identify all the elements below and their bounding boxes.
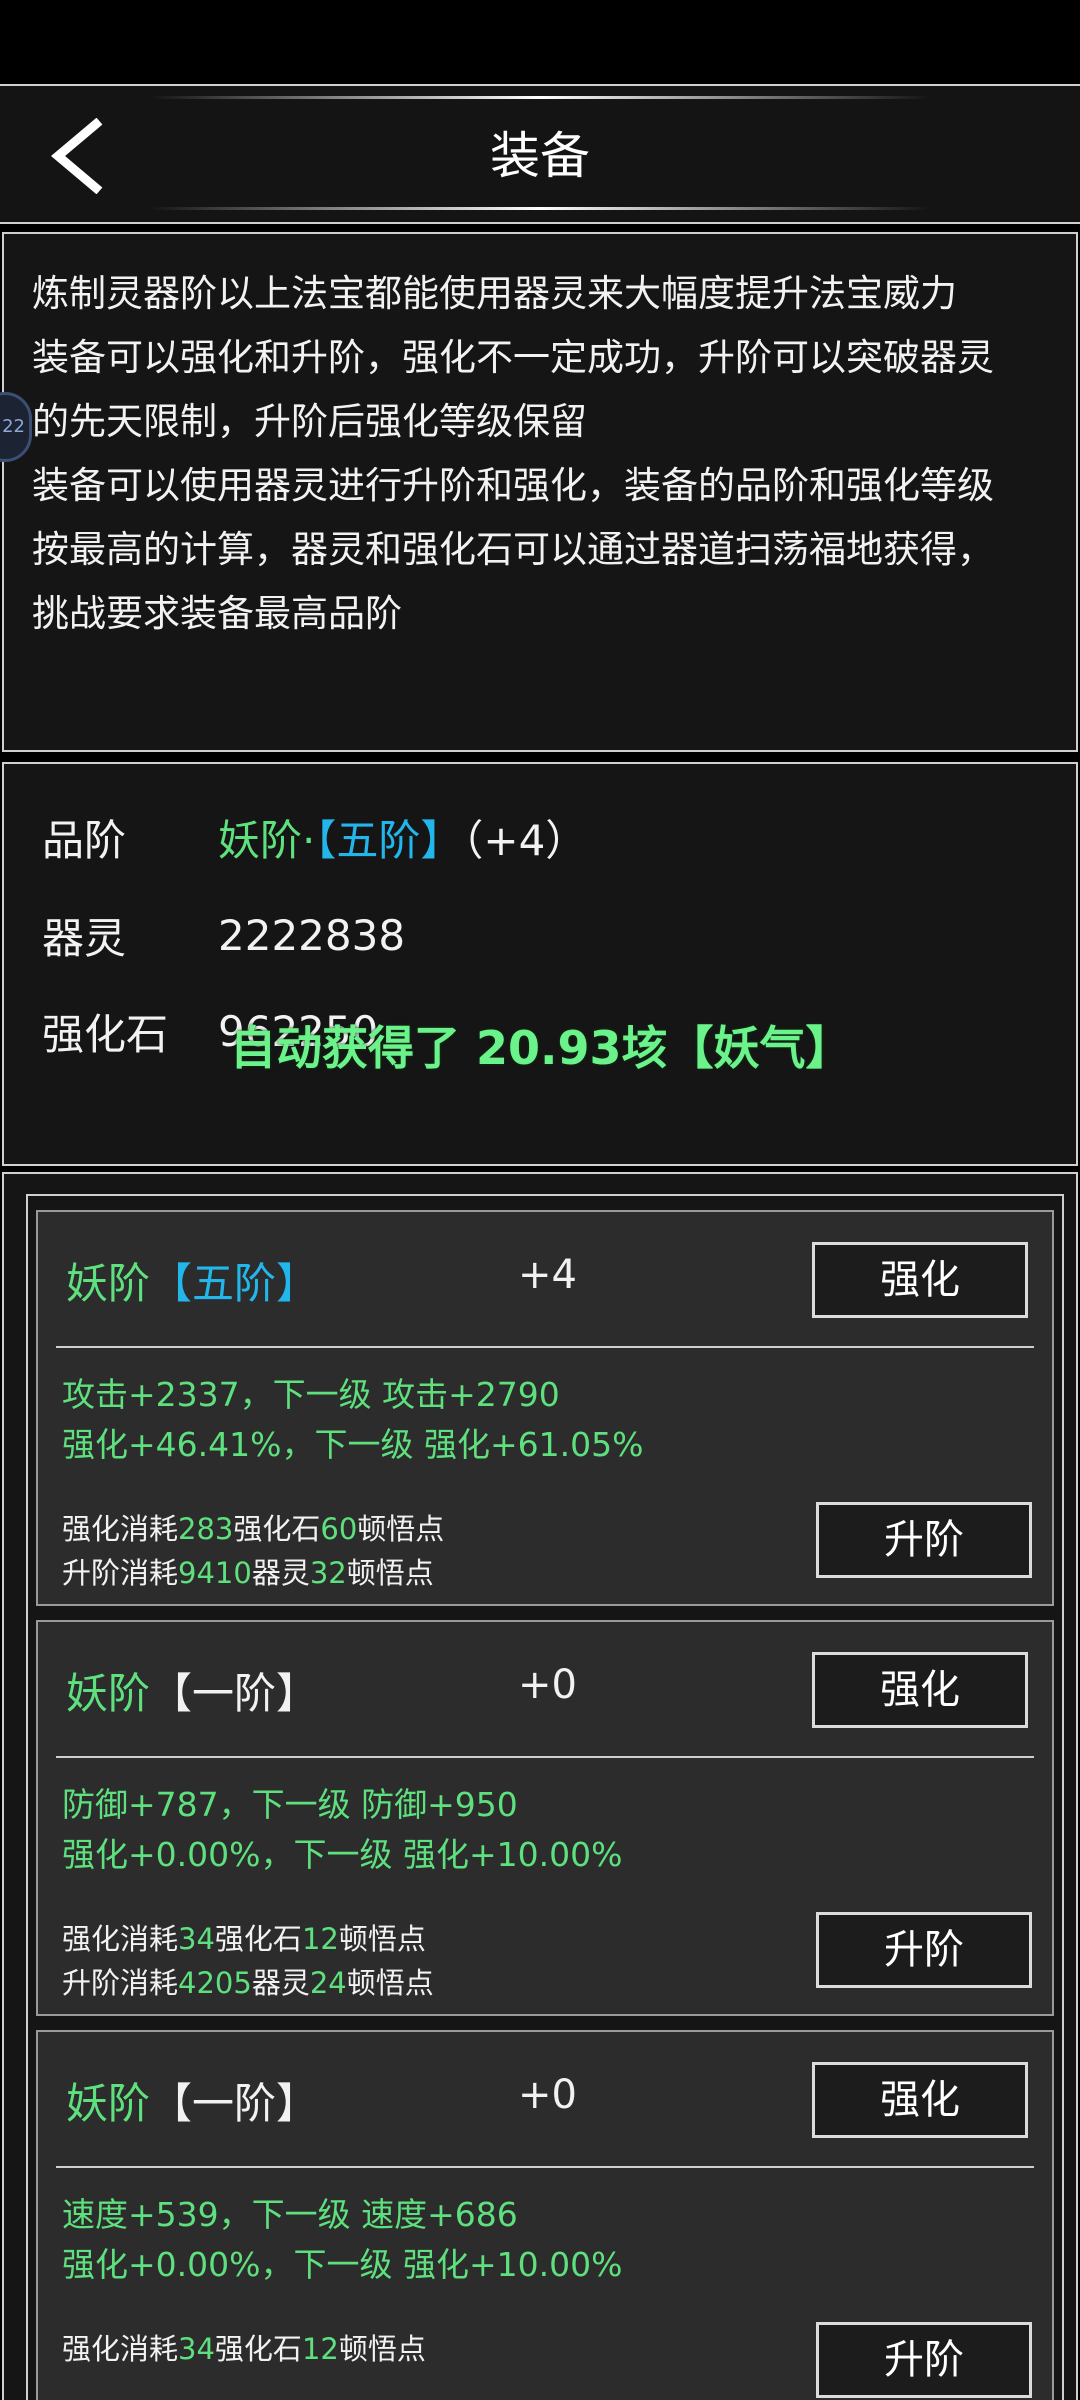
description-line: 装备可以强化和升阶，强化不一定成功，升阶可以突破器灵 [32, 336, 994, 379]
description-line: 装备可以使用器灵进行升阶和强化，装备的品阶和强化等级 [32, 464, 994, 507]
card-grade: 妖阶【五阶】 [66, 1250, 318, 1311]
card-grade: 妖阶【一阶】 [66, 1660, 318, 1721]
equipment-card: 妖阶【一阶】 +0 强化 防御+787，下一级 防御+950 强化+0.00%，… [36, 1620, 1054, 2016]
attribute-line: 速度+539，下一级 速度+686 [62, 2195, 518, 2234]
description-line: 炼制灵器阶以上法宝都能使用器灵来大幅度提升法宝威力 [32, 272, 957, 315]
cost-suffix: 顿悟点 [346, 1966, 434, 2000]
ascend-cost-line: 升阶消耗9410器灵32顿悟点 [62, 1550, 434, 1592]
cost-prefix: 升阶消耗 [62, 1966, 179, 2000]
ascend-cost-line: 升阶消耗4205器灵24顿悟点 [62, 1960, 434, 2002]
card-realm: 妖阶 [66, 2079, 151, 2128]
strengthen-bonus-line: 强化+46.41%，下一级 强化+61.05% [62, 1425, 644, 1464]
spirit-row: 器灵 2222838 [42, 900, 405, 970]
cost-amount: 9410 [178, 1556, 252, 1590]
page-title: 装备 [490, 127, 590, 185]
ascend-button[interactable]: 升阶 [816, 1502, 1032, 1578]
header-bar: 装备 [0, 84, 1080, 224]
attribute-line: 攻击+2337，下一级 攻击+2790 [62, 1375, 560, 1414]
spirit-value: 2222838 [218, 910, 406, 960]
cost-prefix: 强化消耗 [62, 2332, 179, 2366]
cost-suffix: 顿悟点 [338, 1922, 426, 1956]
spirit-label: 器灵 [42, 913, 127, 963]
equipment-card: 妖阶【一阶】 +0 强化 速度+539，下一级 速度+686 强化+0.00%，… [36, 2030, 1054, 2400]
card-divider [56, 1756, 1034, 1758]
grade-tier: 【五阶】 [315, 815, 463, 865]
back-arrow-icon [51, 118, 103, 194]
card-realm: 妖阶 [66, 1669, 151, 1718]
cost-item: 器灵 [251, 1966, 310, 2000]
strengthen-button[interactable]: 强化 [812, 1652, 1028, 1728]
card-realm: 妖阶 [66, 1259, 151, 1308]
cost-amount: 34 [178, 1922, 215, 1956]
cost-suffix: 顿悟点 [338, 2332, 426, 2366]
grade-row: 品阶 妖阶·【五阶】（+4） [42, 802, 587, 872]
attribute-line: 防御+787，下一级 防御+950 [62, 1785, 518, 1824]
grade-realm: 妖阶· [218, 815, 316, 865]
description-panel: 炼制灵器阶以上法宝都能使用器灵来大幅度提升法宝威力 装备可以强化和升阶，强化不一… [2, 232, 1078, 752]
strengthen-bonus-line: 强化+0.00%，下一级 强化+10.00% [62, 2245, 623, 2284]
card-divider [56, 2166, 1034, 2168]
strengthen-cost-line: 强化消耗34强化石12顿悟点 [62, 1916, 426, 1958]
card-tier: 【五阶】 [150, 1259, 319, 1308]
status-bar [0, 0, 1080, 84]
card-tier: 【一阶】 [150, 1669, 319, 1718]
cost-suffix: 顿悟点 [346, 1556, 434, 1590]
cost-amount: 4205 [178, 1966, 252, 2000]
card-divider [56, 1346, 1034, 1348]
cost-item: 器灵 [251, 1556, 310, 1590]
cost-prefix: 强化消耗 [62, 1512, 179, 1546]
grade-label: 品阶 [42, 815, 127, 865]
ascend-button[interactable]: 升阶 [816, 2322, 1032, 2398]
cost-amount: 60 [320, 1512, 358, 1546]
cost-prefix: 升阶消耗 [62, 1556, 179, 1590]
grade-plus: （+4） [462, 815, 588, 865]
reward-toast: 自动获得了 20.93垓【妖气】 [230, 1021, 852, 1075]
header-glow-bottom [150, 207, 930, 210]
cost-amount: 12 [301, 1922, 339, 1956]
strengthen-cost-line: 强化消耗283强化石60顿悟点 [62, 1506, 444, 1548]
stats-panel: 品阶 妖阶·【五阶】（+4） 器灵 2222838 强化石 962250 [2, 762, 1078, 1166]
ascend-button[interactable]: 升阶 [816, 1912, 1032, 1988]
cost-amount: 34 [178, 2332, 215, 2366]
description-line: 按最高的计算，器灵和强化石可以通过器道扫荡福地获得， [32, 528, 994, 571]
back-button[interactable] [36, 114, 116, 198]
card-level: +4 [518, 1252, 577, 1298]
strengthen-bonus-line: 强化+0.00%，下一级 强化+10.00% [62, 1835, 623, 1874]
description-line: 挑战要求装备最高品阶 [32, 592, 402, 635]
cost-suffix: 顿悟点 [357, 1512, 445, 1546]
stone-label: 强化石 [42, 1009, 169, 1059]
strengthen-button[interactable]: 强化 [812, 1242, 1028, 1318]
card-level: +0 [518, 2072, 577, 2118]
card-level: +0 [518, 1662, 577, 1708]
cost-amount: 283 [178, 1512, 234, 1546]
strengthen-cost-line: 强化消耗34强化石12顿悟点 [62, 2326, 426, 2368]
cost-amount: 32 [309, 1556, 347, 1590]
card-tier: 【一阶】 [150, 2079, 319, 2128]
card-grade: 妖阶【一阶】 [66, 2070, 318, 2131]
cost-item: 强化石 [214, 1922, 302, 1956]
strengthen-button[interactable]: 强化 [812, 2062, 1028, 2138]
cost-item: 强化石 [214, 2332, 302, 2366]
equipment-list-panel: 妖阶【五阶】 +4 强化 攻击+2337，下一级 攻击+2790 强化+46.4… [2, 1172, 1078, 2400]
equipment-card: 妖阶【五阶】 +4 强化 攻击+2337，下一级 攻击+2790 强化+46.4… [36, 1210, 1054, 1606]
cost-item: 强化石 [233, 1512, 321, 1546]
cost-amount: 24 [309, 1966, 347, 2000]
description-line: 的先天限制，升阶后强化等级保留 [32, 400, 587, 443]
grade-value: 妖阶·【五阶】（+4） [218, 807, 587, 868]
cost-prefix: 强化消耗 [62, 1922, 179, 1956]
cost-amount: 12 [301, 2332, 339, 2366]
